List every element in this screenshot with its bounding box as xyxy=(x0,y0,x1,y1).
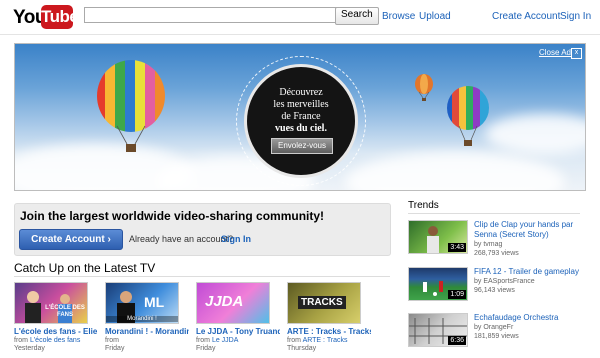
search-input[interactable] xyxy=(84,7,338,23)
channel-link[interactable]: L'école des fans xyxy=(30,337,80,344)
envolez-vous-button[interactable]: Envolez-vous xyxy=(271,138,333,154)
join-title: Join the largest worldwide video-sharing… xyxy=(20,209,325,223)
trend-info: FIFA 12 - Trailer de gameplay by EASport… xyxy=(474,267,588,295)
ad-line-2: les merveilles xyxy=(273,99,329,110)
ad-line-1: Découvrez xyxy=(279,87,323,98)
header-divider xyxy=(0,34,600,35)
video-thumbnail[interactable]: ML Morandini ! xyxy=(105,282,179,324)
hot-air-balloon-small xyxy=(415,74,433,101)
catchup-tile[interactable]: ML Morandini ! Morandini ! - Morandini d… xyxy=(105,282,189,352)
nav-sign-in-link[interactable]: Sign In xyxy=(560,11,591,22)
channel-link[interactable]: ARTE : Tracks xyxy=(303,337,348,344)
trend-uploader: by OrangeFr xyxy=(474,324,514,331)
video-thumbnail[interactable]: JJDA xyxy=(196,282,270,324)
cloud-decoration xyxy=(345,152,565,190)
search-button[interactable]: Search xyxy=(335,7,379,25)
video-thumbnail[interactable]: 6:36 xyxy=(408,313,468,347)
close-ad-link[interactable]: Close Ad xyxy=(539,48,571,57)
create-account-button[interactable]: Create Account › xyxy=(19,229,123,250)
hot-air-balloon-large xyxy=(97,60,165,152)
thumb-caption: Morandini ! xyxy=(106,316,178,322)
trend-views: 268,793 views xyxy=(474,250,519,257)
trend-title[interactable]: FIFA 12 - Trailer de gameplay xyxy=(474,267,588,277)
catchup-day: Yesterday xyxy=(14,345,45,352)
trend-views: 96,143 views xyxy=(474,287,515,294)
catchup-day: Thursday xyxy=(287,345,317,352)
catchup-video-title[interactable]: Le JJDA - Tony Truand xyxy=(196,327,280,336)
catchup-title: Catch Up on the Latest TV xyxy=(14,261,156,275)
from-label: from xyxy=(14,337,28,344)
banner-ad[interactable]: Découvrez les merveilles de France vues … xyxy=(14,43,586,191)
trend-info: Echafaudage Orchestra by OrangeFr 181,85… xyxy=(474,313,588,341)
thumb-caption: JJDA xyxy=(205,293,244,310)
video-thumbnail[interactable]: L'ÉCOLE DES FANS xyxy=(14,282,88,324)
join-community-panel: Join the largest worldwide video-sharing… xyxy=(14,203,391,256)
trend-uploader: by EASportsFrance xyxy=(474,278,535,285)
ad-message: Découvrez les merveilles de France vues … xyxy=(247,87,355,135)
catchup-day: Friday xyxy=(105,345,125,352)
channel-link[interactable]: Le JJDA xyxy=(212,337,238,344)
catchup-tile[interactable]: TRACKS ARTE : Tracks - Tracks from ARTE … xyxy=(287,282,371,352)
nav-upload-link[interactable]: Upload xyxy=(419,11,451,22)
catchup-from: from L'école des fans xyxy=(14,337,98,344)
catchup-tile[interactable]: JJDA Le JJDA - Tony Truand from Le JJDA … xyxy=(196,282,280,352)
from-label: from xyxy=(196,337,210,344)
youtube-logo[interactable]: You Tube xyxy=(13,5,79,30)
join-sign-in-link[interactable]: Sign In xyxy=(221,234,251,244)
trends-title: Trends xyxy=(408,200,439,211)
close-icon[interactable]: x xyxy=(571,48,582,59)
video-thumbnail[interactable]: TRACKS xyxy=(287,282,361,324)
hot-air-balloon-medium xyxy=(447,86,489,146)
ad-line-3: de France xyxy=(281,111,321,122)
video-thumbnail[interactable]: 3:43 xyxy=(408,220,468,254)
trend-title[interactable]: Clip de Clap your hands par Senna (Secre… xyxy=(474,220,588,240)
trend-title[interactable]: Echafaudage Orchestra xyxy=(474,313,588,323)
from-label: from xyxy=(287,337,301,344)
catchup-tile[interactable]: L'ÉCOLE DES FANS L'école des fans - Elie… xyxy=(14,282,98,352)
catchup-from: from ARTE : Tracks xyxy=(287,337,371,344)
svg-text:ML: ML xyxy=(144,294,165,310)
have-account-text: Already have an account? xyxy=(129,234,234,244)
catchup-video-title[interactable]: L'école des fans - Elie xyxy=(14,327,98,336)
trend-uploader: by tvmag xyxy=(474,241,503,248)
catchup-from: from xyxy=(105,337,189,344)
logo-tube-text: Tube xyxy=(41,5,79,29)
catchup-divider xyxy=(14,276,390,277)
cloud-decoration xyxy=(485,114,585,154)
trends-divider xyxy=(408,213,580,214)
video-duration: 6:36 xyxy=(448,336,466,345)
thumb-caption: TRACKS xyxy=(298,296,346,309)
catchup-day: Friday xyxy=(196,345,216,352)
catchup-video-title[interactable]: Morandini ! - Morandini du xyxy=(105,327,189,336)
trend-views: 181,859 views xyxy=(474,333,519,340)
catchup-from: from Le JJDA xyxy=(196,337,280,344)
nav-create-account-link[interactable]: Create Account xyxy=(492,11,560,22)
thumb-caption: L'ÉCOLE DES FANS xyxy=(45,305,85,318)
ad-message-disc: Découvrez les merveilles de France vues … xyxy=(244,64,358,178)
nav-browse-link[interactable]: Browse xyxy=(382,11,415,22)
video-thumbnail[interactable]: 1:09 xyxy=(408,267,468,301)
ad-line-4: vues du ciel. xyxy=(275,123,327,134)
from-label: from xyxy=(105,337,119,344)
catchup-video-title[interactable]: ARTE : Tracks - Tracks xyxy=(287,327,371,336)
trend-info: Clip de Clap your hands par Senna (Secre… xyxy=(474,220,588,258)
video-duration: 3:43 xyxy=(448,243,466,252)
video-duration: 1:09 xyxy=(448,290,466,299)
